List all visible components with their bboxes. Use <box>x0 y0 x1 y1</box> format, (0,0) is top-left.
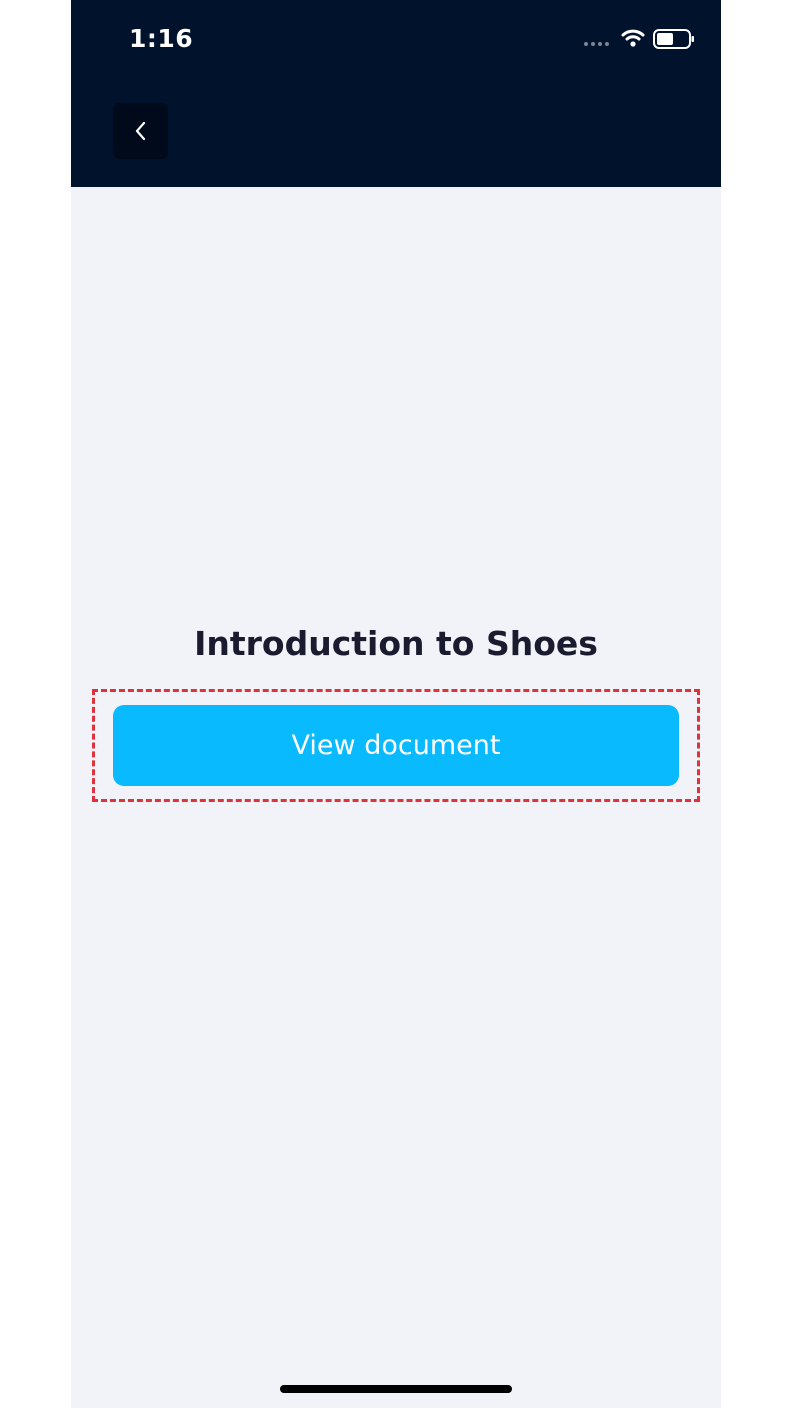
wifi-icon <box>621 29 645 47</box>
view-document-button[interactable]: View document <box>113 705 679 786</box>
app-header: 1:16 <box>71 0 721 187</box>
status-time: 1:16 <box>129 24 194 53</box>
chevron-left-icon <box>135 121 145 141</box>
page-title: Introduction to Shoes <box>194 624 598 663</box>
cellular-signal-icon <box>584 42 609 46</box>
home-indicator[interactable] <box>280 1385 512 1393</box>
back-button[interactable] <box>113 103 168 159</box>
phone-screen: 1:16 Introduction to Shoes View document <box>71 0 721 1408</box>
battery-icon <box>653 29 694 49</box>
